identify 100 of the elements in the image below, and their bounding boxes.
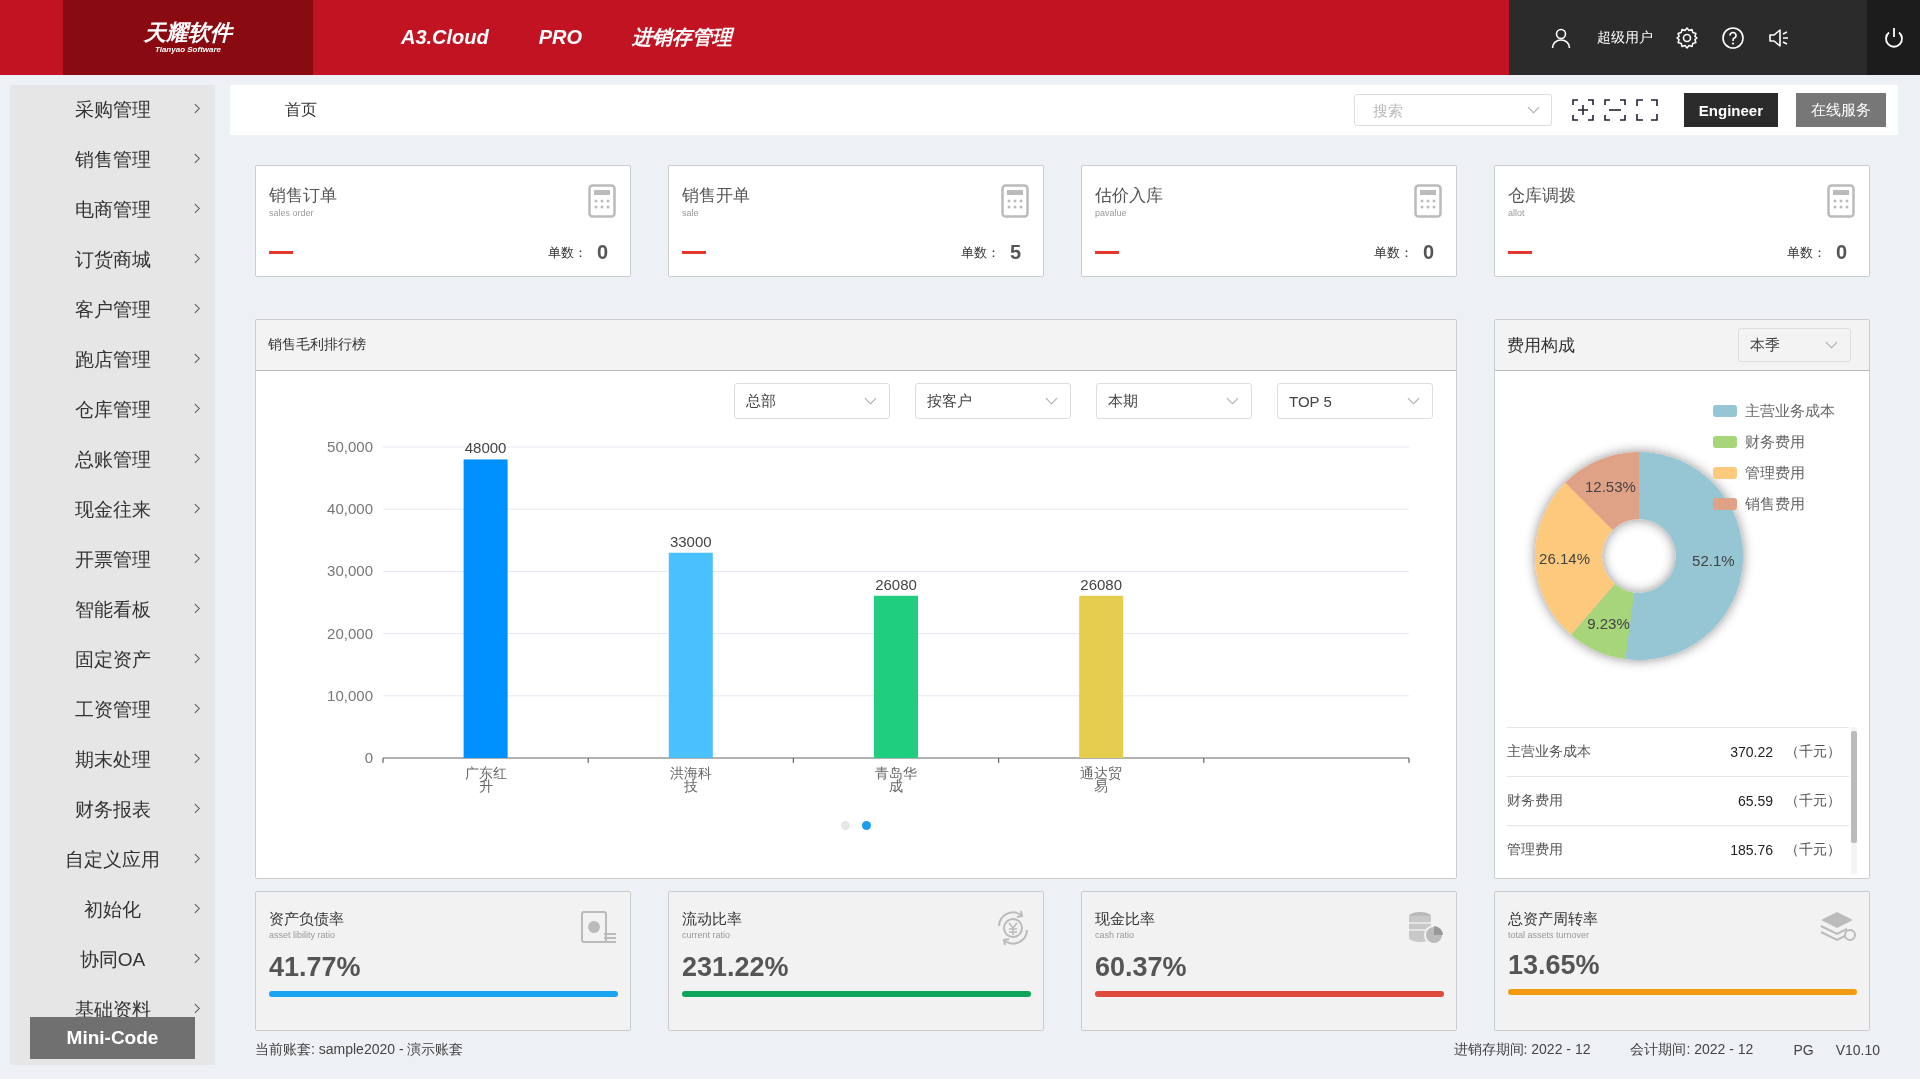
sidebar-item[interactable]: 固定资产: [10, 635, 215, 685]
status-text: V10.10: [1835, 1042, 1880, 1058]
sidebar-item[interactable]: 协同OA: [10, 935, 215, 985]
expense-name: 主营业务成本: [1507, 743, 1591, 761]
count-label: 单数：: [1786, 243, 1826, 262]
report-icon: [580, 910, 618, 946]
expense-value: 65.59: [1737, 793, 1773, 809]
stat-card[interactable]: 销售订单 sales order 单数： 0: [255, 165, 631, 277]
carousel-dot[interactable]: [841, 821, 850, 830]
chevron-icon: [194, 703, 201, 714]
value-label: 48000: [464, 439, 507, 457]
card-title: 估价入库: [1095, 185, 1163, 207]
status-text: 会计期间: 2022 - 12: [1630, 1041, 1754, 1059]
sidebar-item[interactable]: 初始化: [10, 885, 215, 935]
dash-mark: [682, 251, 706, 254]
sidebar-item[interactable]: 工资管理: [10, 685, 215, 735]
zoom-in-icon[interactable]: [1571, 99, 1594, 121]
layers-icon: [1819, 910, 1857, 944]
card-title: 流动比率: [682, 910, 742, 929]
chevron-icon: [194, 953, 201, 964]
unit-label: （千元）: [1785, 841, 1841, 859]
status-text: 进销存期间: 2022 - 12: [1453, 1041, 1591, 1059]
nav-item[interactable]: PRO: [538, 26, 583, 49]
chevron-icon: [194, 353, 201, 364]
value-label: 26080: [875, 575, 917, 593]
count-label: 单数：: [1373, 243, 1413, 262]
card-subtitle: asset libility ratio: [269, 930, 337, 940]
value-label: 26.14%: [1539, 549, 1590, 567]
toolbar-button[interactable]: Engineer: [1683, 93, 1778, 127]
count-label: 单数：: [547, 243, 587, 262]
sidebar-item[interactable]: 销售管理: [10, 135, 215, 185]
chevron-icon: [194, 903, 201, 914]
card-subtitle: total assets turnover: [1508, 930, 1591, 940]
ratio-value: 41.77%: [269, 952, 362, 983]
calculator-icon: [1414, 184, 1442, 218]
filter-dropdown[interactable]: TOP 5: [1277, 383, 1433, 419]
chevron-icon: [194, 803, 201, 814]
dash-mark: [269, 251, 293, 254]
chevron-icon: [194, 1003, 201, 1014]
period-dropdown[interactable]: 本季: [1738, 328, 1851, 362]
value-label: 9.23%: [1587, 614, 1630, 632]
stat-card[interactable]: 销售开单 sale 单数： 5: [668, 165, 1044, 277]
sidebar-item[interactable]: 智能看板: [10, 585, 215, 635]
axis-label: 20,000: [327, 624, 373, 642]
user-name[interactable]: 超级用户: [1597, 28, 1653, 47]
scrollbar[interactable]: [1851, 727, 1857, 874]
sidebar-item[interactable]: 跑店管理: [10, 335, 215, 385]
toolbar-button[interactable]: 在线服务: [1796, 93, 1886, 127]
stat-card[interactable]: 仓库调拨 allot 单数： 0: [1494, 165, 1870, 277]
value-label: 52.1%: [1692, 551, 1735, 569]
card-subtitle: sale: [682, 208, 700, 218]
sidebar-item[interactable]: 客户管理: [10, 285, 215, 335]
calculator-icon: [1827, 184, 1855, 218]
count-label: 单数：: [960, 243, 1000, 262]
card-title: 现金比率: [1095, 910, 1155, 929]
axis-label: 广东红升: [463, 767, 508, 793]
dropdown-icon: [1226, 397, 1239, 405]
filter-dropdown[interactable]: 本期: [1096, 383, 1252, 419]
sidebar-item[interactable]: 现金往来: [10, 485, 215, 535]
sidebar-item[interactable]: 财务报表: [10, 785, 215, 835]
mini-code-toast[interactable]: Mini-Code: [30, 1017, 195, 1059]
sidebar-item[interactable]: 总账管理: [10, 435, 215, 485]
sidebar-item[interactable]: 电商管理: [10, 185, 215, 235]
axis-label: 50,000: [327, 438, 373, 455]
nav-item[interactable]: A3.Cloud: [401, 26, 489, 49]
dropdown-icon: [1407, 397, 1420, 405]
breadcrumb-item[interactable]: 首页: [285, 99, 317, 121]
filter-dropdown[interactable]: 按客户: [915, 383, 1071, 419]
ratio-value: 231.22%: [682, 952, 790, 983]
legend-swatch: [1713, 498, 1737, 510]
fullscreen-icon[interactable]: [1635, 99, 1658, 121]
nav-item[interactable]: 进销存管理: [632, 24, 733, 51]
settings-icon[interactable]: [1675, 25, 1699, 50]
chevron-icon: [194, 553, 201, 564]
axis-label: 30,000: [327, 562, 373, 580]
value-label: 26080: [1080, 575, 1123, 593]
sidebar-item[interactable]: 开票管理: [10, 535, 215, 585]
dash-mark: [1508, 251, 1532, 254]
yen-exchange-icon: [995, 910, 1031, 946]
zoom-out-icon[interactable]: [1603, 99, 1626, 121]
card-subtitle: allot: [1508, 208, 1526, 218]
chevron-icon: [194, 153, 201, 164]
sidebar-item[interactable]: 自定义应用: [10, 835, 215, 885]
carousel-dot[interactable]: [862, 821, 871, 830]
expense-value: 185.76: [1730, 842, 1773, 858]
sidebar-item[interactable]: 期末处理: [10, 735, 215, 785]
sidebar-item[interactable]: 订货商城: [10, 235, 215, 285]
sidebar-item[interactable]: 采购管理: [10, 85, 215, 135]
legend-label: 销售费用: [1745, 495, 1805, 512]
value-label: 33000: [669, 532, 712, 550]
sidebar-item[interactable]: 仓库管理: [10, 385, 215, 435]
search-field[interactable]: 搜索: [1353, 94, 1552, 126]
stat-card[interactable]: 估价入库 pavalue 单数： 0: [1081, 165, 1457, 277]
filter-dropdown[interactable]: 总部: [734, 383, 890, 419]
chevron-icon: [194, 503, 201, 514]
chevron-icon: [194, 603, 201, 614]
calculator-icon: [1001, 184, 1029, 218]
axis-label: 通达贸易: [1079, 767, 1123, 793]
card-subtitle: cash ratio: [1095, 930, 1136, 940]
help-icon[interactable]: [1721, 25, 1745, 50]
